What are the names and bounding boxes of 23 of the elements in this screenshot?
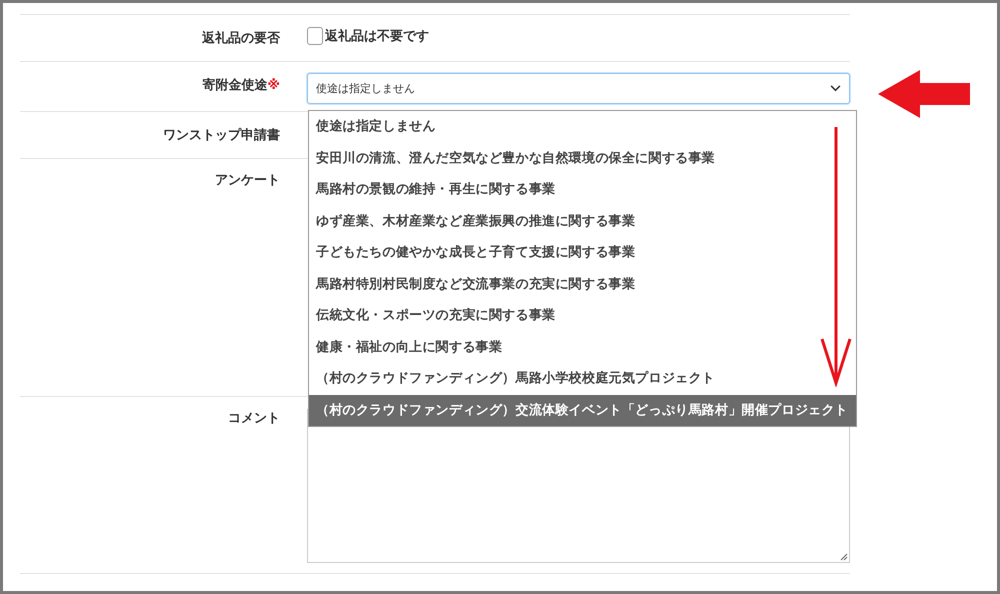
- field-label: アンケート: [215, 173, 280, 188]
- select-field[interactable]: 使途は指定しません: [307, 73, 850, 104]
- checkbox[interactable]: [307, 27, 323, 45]
- dropdown-option[interactable]: 健康・福祉の向上に関する事業: [309, 332, 856, 363]
- chevron-down-icon: [830, 85, 841, 92]
- down-arrow-icon: [820, 125, 852, 387]
- required-mark: ※: [267, 78, 280, 93]
- dropdown-option[interactable]: （村のクラウドファンディング）馬路小学校校庭元気プロジェクト: [309, 363, 856, 394]
- field-label: コメント: [228, 411, 280, 426]
- dropdown-option[interactable]: 馬路村の景観の維持・再生に関する事業: [309, 174, 856, 206]
- left-arrow-icon: [878, 70, 970, 118]
- dropdown-option[interactable]: （村のクラウドファンディング）交流体験イベント「どっぷり馬路村」開催プロジェクト: [309, 394, 856, 426]
- dropdown-option[interactable]: 馬路村特別村民制度など交流事業の充実に関する事業: [309, 268, 856, 300]
- dropdown-option[interactable]: 使途は指定しません: [309, 111, 856, 142]
- dropdown-option[interactable]: ゆず産業、木材産業など産業振興の推進に関する事業: [309, 206, 856, 237]
- checkbox-label[interactable]: 返礼品は不要です: [325, 27, 429, 45]
- field-label: 寄附金使途: [202, 78, 268, 93]
- dropdown-option[interactable]: 安田川の清流、澄んだ空気など豊かな自然環境の保全に関する事業: [309, 142, 856, 174]
- dropdown-option[interactable]: 子どもたちの健やかな成長と子育て支援に関する事業: [309, 237, 856, 268]
- field-label: 返礼品の要否: [202, 31, 280, 46]
- resize-handle-icon[interactable]: [840, 553, 848, 561]
- field-label: ワンストップ申請書: [163, 128, 280, 143]
- dropdown-option[interactable]: 伝統文化・スポーツの充実に関する事業: [309, 300, 856, 332]
